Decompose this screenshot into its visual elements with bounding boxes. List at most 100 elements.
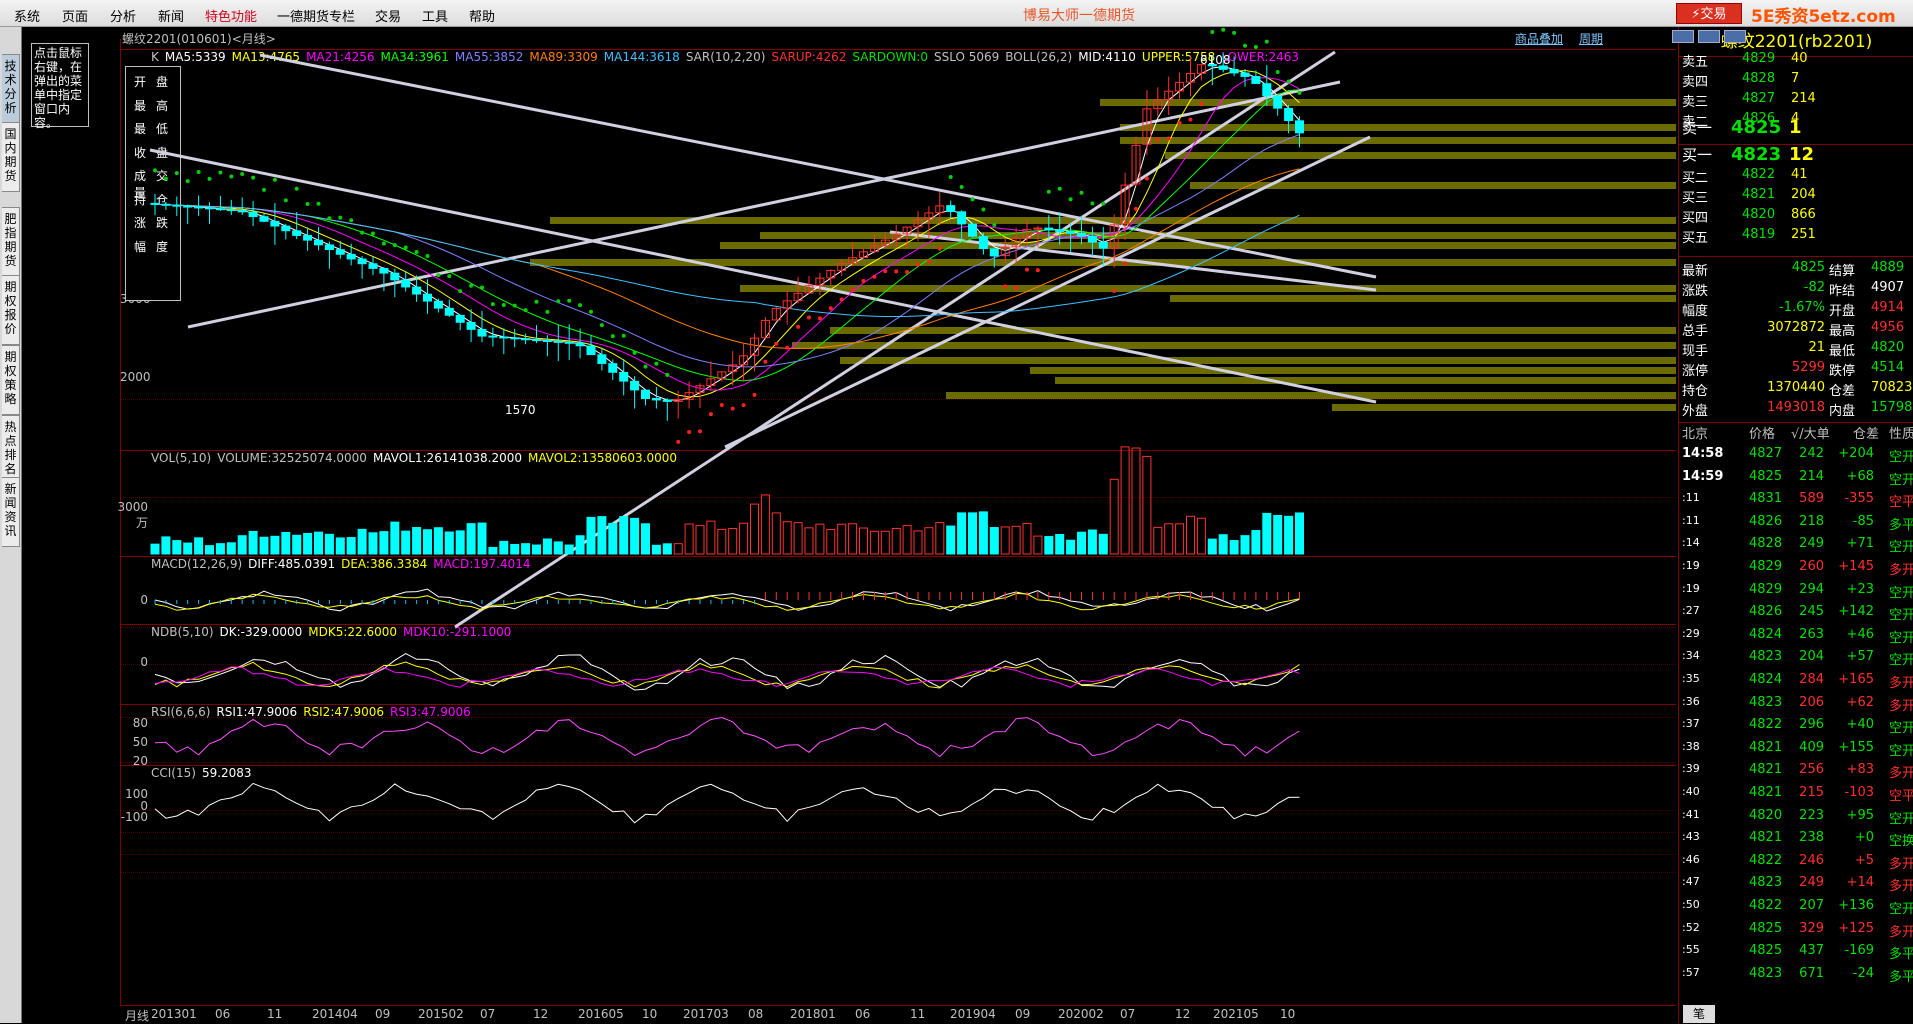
stat-row: 最新 [1682,264,1709,279]
sar-dot [1264,39,1269,44]
candle-body [335,249,345,255]
sar-dot [545,309,550,314]
tick-row: 空开 [1889,902,1913,917]
sar-dot [610,334,615,339]
tick-row: 4827 [1749,446,1783,461]
kline-chart: 6108 1570 [149,27,1676,824]
tick-row: 218 [1799,513,1824,529]
volume-bar [760,494,770,555]
sar-dot [425,254,430,259]
tick-row: +204 [1838,446,1874,461]
menu-5[interactable]: 一德期货专栏 [277,6,355,25]
tick-row: 204 [1799,649,1824,665]
tick-row: :34 [1682,649,1700,663]
tick-row: 4823 [1749,694,1783,710]
tick-row: 空开 [1889,472,1913,488]
tick-row: 空开 [1889,450,1913,465]
tab-2[interactable]: 肥指期货 [2,207,20,277]
bid-row: 买四 [1682,211,1709,226]
sar-dot [774,341,779,346]
menu-2[interactable]: 分析 [110,6,136,25]
volume-bar [401,530,411,555]
sar-dot [1079,190,1084,195]
volume-bar [815,523,825,555]
volume-bar [390,521,400,555]
sar-dot [1046,189,1051,194]
sar-dot [981,207,986,212]
stat-row: 4820 [1871,340,1905,355]
tick-row: :50 [1682,898,1700,911]
sar-dot [360,230,365,235]
trade-button[interactable]: ⚡交易 [1676,3,1742,24]
menu-7[interactable]: 工具 [422,6,448,25]
sar-dot [850,287,855,292]
tick-row: 4825 [1749,920,1783,936]
close-icon[interactable] [1724,30,1746,43]
stat-row: 最高 [1829,324,1856,339]
ask-row: 卖五 [1682,55,1709,70]
tab-5[interactable]: 热点排名 [2,415,20,485]
sar-dot [414,249,419,254]
ask-row: 4829 [1742,51,1776,66]
menu-1[interactable]: 页面 [62,6,88,25]
menu-4[interactable]: 特色功能 [205,6,257,25]
sar-dot [730,406,735,411]
sar-dot [937,246,942,251]
volume-bar [957,512,967,555]
volume-bar [379,531,389,555]
candle-body [314,239,323,246]
tab-3[interactable]: 期权报价 [2,275,20,345]
sar-dot [1134,206,1138,211]
tick-row: +46 [1846,626,1874,642]
volume-bar [564,544,574,555]
tick-row: -355 [1844,491,1874,507]
tab-6[interactable]: 新闻资讯 [2,477,20,547]
tick-row: 260 [1799,559,1824,574]
tick-row: 214 [1799,468,1824,484]
bid-row: 4819 [1742,227,1776,242]
tab-0[interactable]: 技术分析 [2,54,20,124]
tick-row: +155 [1838,739,1874,755]
volume-bar [532,544,541,555]
tick-row: 4821 [1749,739,1783,755]
tick-row: +125 [1838,920,1874,936]
stat-row: 4825 [1791,260,1825,275]
tick-row: :19 [1682,581,1700,595]
tick-row: 4826 [1749,513,1783,529]
stat-row: 4914 [1871,300,1905,315]
menu-0[interactable]: 系统 [14,6,40,25]
volume-bar [586,516,596,555]
tick-row: 329 [1799,920,1824,936]
volume-bar [292,534,302,555]
volume-profile-bar [792,342,1676,349]
menu-6[interactable]: 交易 [375,6,401,25]
sar-dot [294,186,299,191]
tick-row: 242 [1799,446,1824,461]
menu-8[interactable]: 帮助 [469,6,495,25]
tick-row: 多开 [1889,676,1913,691]
tick-row: 空开 [1889,608,1913,624]
tab-1[interactable]: 国内期货 [2,122,20,192]
volume-bar [444,531,454,555]
cci-line [154,782,1300,824]
tab-ticks[interactable]: 笔 [1683,1005,1715,1023]
sar-dot [381,241,386,246]
tick-row: 4828 [1749,536,1783,552]
sar-dot [698,429,702,434]
restore-icon[interactable] [1698,30,1720,43]
tick-row: 多开 [1889,856,1913,872]
sar-dot [1286,79,1291,84]
stat-row: 4514 [1871,360,1905,375]
tick-row: 4822 [1749,717,1783,733]
tab-4[interactable]: 期权策略 [2,345,20,415]
sar-dot [1275,70,1280,75]
volume-bar [902,525,912,555]
x-tick: 201801 [790,1007,836,1021]
menu-3[interactable]: 新闻 [158,6,184,25]
volume-bar [270,535,280,555]
sar-dot [316,201,321,206]
minimize-icon[interactable] [1672,30,1694,43]
candle-body [248,211,258,218]
sar-dot [1068,197,1073,202]
volume-bar [641,523,650,555]
